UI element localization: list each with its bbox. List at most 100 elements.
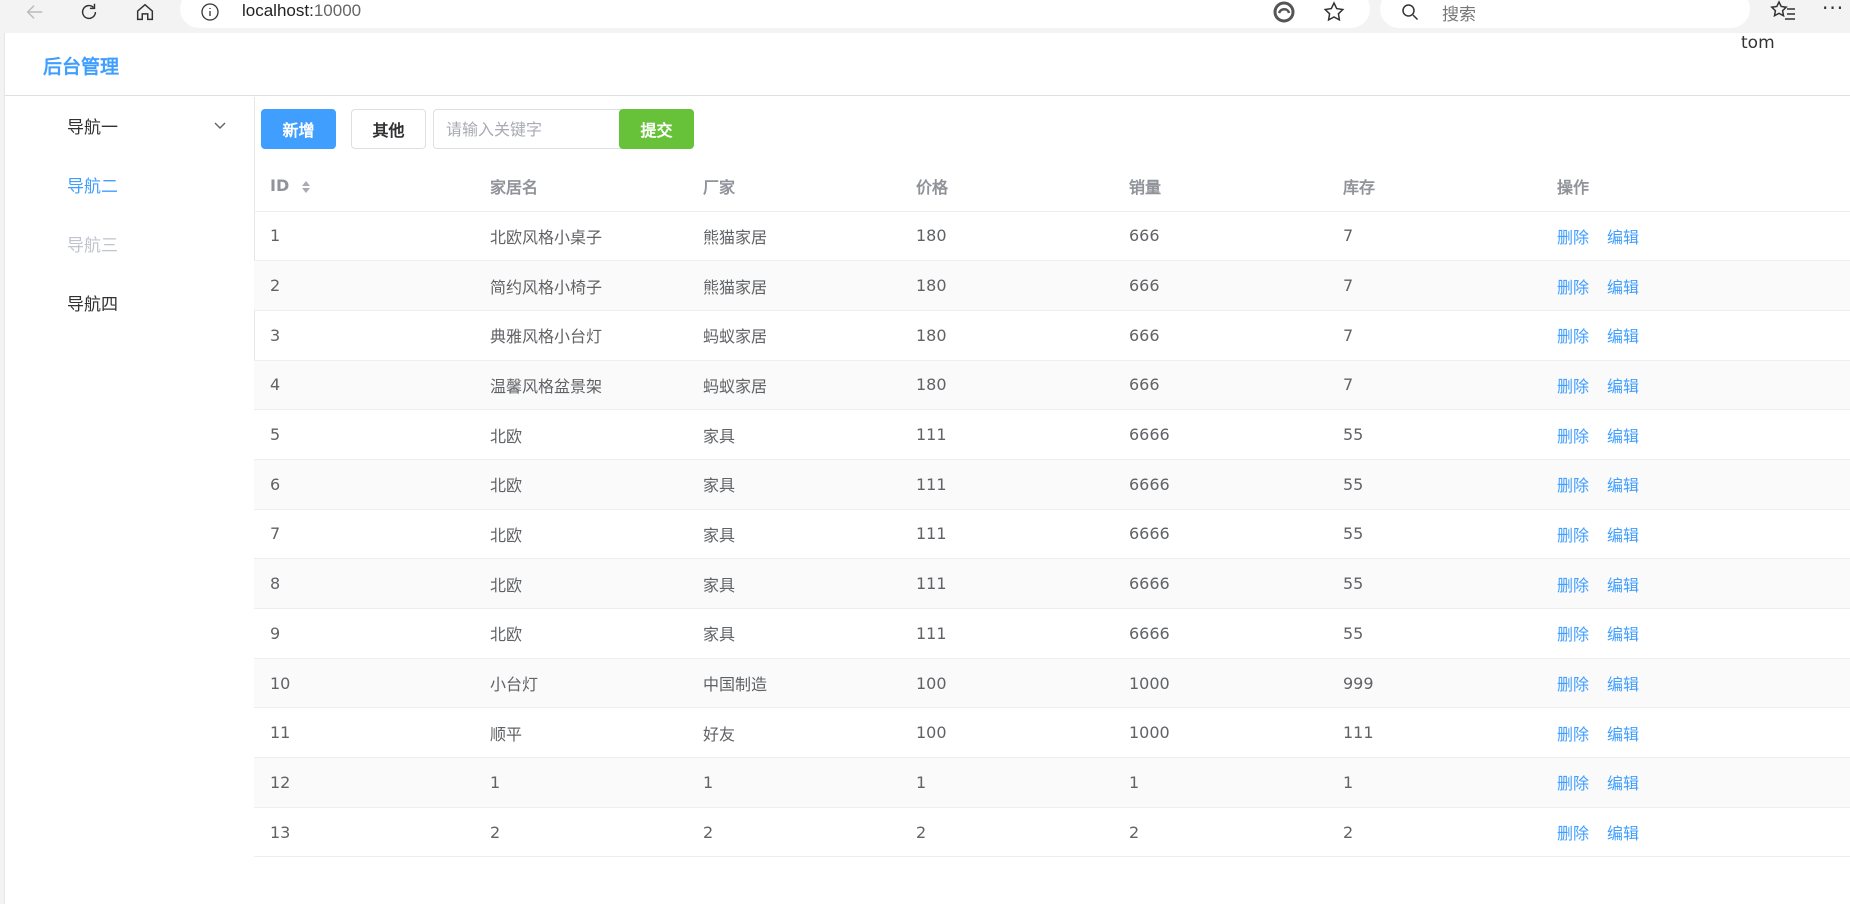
favorite-star-icon[interactable]: [1322, 0, 1346, 24]
delete-link[interactable]: 删除: [1557, 427, 1589, 446]
cell-name: 小台灯: [474, 658, 687, 709]
sidebar-item-nav-4[interactable]: 导航四: [5, 274, 254, 330]
delete-link[interactable]: 删除: [1557, 228, 1589, 247]
favorites-icon[interactable]: [1770, 0, 1796, 22]
table-row: 12 1 1 1 1 1 删除 编辑: [254, 757, 1850, 808]
edit-link[interactable]: 编辑: [1607, 675, 1639, 694]
cell-maker: 蚂蚁家居: [687, 310, 900, 361]
keyword-search-input[interactable]: [433, 109, 621, 149]
app-header: 后台管理 tom: [5, 33, 1850, 96]
submit-button[interactable]: 提交: [619, 109, 694, 149]
home-icon[interactable]: [130, 0, 160, 24]
cell-id: 4: [254, 360, 474, 411]
cell-maker: 2: [687, 807, 900, 858]
delete-link[interactable]: 删除: [1557, 675, 1589, 694]
edit-link[interactable]: 编辑: [1607, 824, 1639, 843]
cell-id: 8: [254, 558, 474, 609]
cell-stock: 7: [1327, 211, 1541, 262]
address-bar[interactable]: localhost:10000: [180, 0, 1370, 28]
info-icon[interactable]: [200, 2, 220, 22]
edit-link[interactable]: 编辑: [1607, 377, 1639, 396]
add-button[interactable]: 新增: [261, 109, 336, 149]
table-row: 10 小台灯 中国制造 100 1000 999 删除 编辑: [254, 658, 1850, 709]
cell-name: 1: [474, 757, 687, 808]
delete-link[interactable]: 删除: [1557, 278, 1589, 297]
edit-link[interactable]: 编辑: [1607, 278, 1639, 297]
other-button[interactable]: 其他: [351, 109, 426, 149]
url-text[interactable]: localhost:10000: [242, 1, 361, 21]
browser-search-bar[interactable]: 搜索: [1380, 0, 1750, 28]
refresh-icon[interactable]: [74, 0, 104, 24]
sidebar-item-nav-2[interactable]: 导航二: [5, 156, 254, 212]
edit-link[interactable]: 编辑: [1607, 228, 1639, 247]
back-arrow-icon[interactable]: [20, 0, 50, 24]
edge-icon[interactable]: [1272, 0, 1296, 24]
cell-id: 11: [254, 707, 474, 759]
cell-price: 111: [900, 509, 1113, 560]
delete-link[interactable]: 删除: [1557, 327, 1589, 346]
cell-id: 12: [254, 757, 474, 808]
cell-stock: 1: [1327, 757, 1541, 808]
cell-id: 1: [254, 211, 474, 262]
table-header-row: ID 家居名 厂家 价格 销量 库存 操作: [254, 161, 1850, 212]
cell-actions: 删除 编辑: [1541, 707, 1850, 759]
delete-link[interactable]: 删除: [1557, 476, 1589, 495]
delete-link[interactable]: 删除: [1557, 725, 1589, 744]
cell-actions: 删除 编辑: [1541, 260, 1850, 311]
edit-link[interactable]: 编辑: [1607, 725, 1639, 744]
cell-stock: 2: [1327, 807, 1541, 858]
cell-sales: 6666: [1113, 459, 1327, 510]
delete-link[interactable]: 删除: [1557, 526, 1589, 545]
column-header-label: ID: [270, 176, 290, 196]
table-row: 8 北欧 家具 111 6666 55 删除 编辑: [254, 558, 1850, 609]
browser-toolbar: localhost:10000 搜索 ···: [0, 0, 1850, 30]
sidebar-item-label: 导航四: [67, 295, 118, 315]
edit-link[interactable]: 编辑: [1607, 476, 1639, 495]
app-title: 后台管理: [43, 56, 120, 78]
edit-link[interactable]: 编辑: [1607, 327, 1639, 346]
delete-link[interactable]: 删除: [1557, 625, 1589, 644]
cell-actions: 删除 编辑: [1541, 757, 1850, 808]
cell-actions: 删除 编辑: [1541, 558, 1850, 609]
delete-link[interactable]: 删除: [1557, 576, 1589, 595]
cell-id: 3: [254, 310, 474, 361]
cell-stock: 55: [1327, 509, 1541, 560]
cell-actions: 删除 编辑: [1541, 459, 1850, 510]
sort-caret-icon[interactable]: [301, 180, 311, 194]
sidebar-item-nav-1[interactable]: 导航一: [5, 97, 254, 153]
cell-name: 北欧: [474, 509, 687, 560]
column-header-price: 价格: [900, 161, 1113, 212]
cell-sales: 6666: [1113, 558, 1327, 609]
cell-id: 13: [254, 807, 474, 858]
column-header-sales: 销量: [1113, 161, 1327, 212]
edit-link[interactable]: 编辑: [1607, 427, 1639, 446]
cell-sales: 6666: [1113, 608, 1327, 659]
cell-name: 北欧: [474, 558, 687, 609]
cell-maker: 家具: [687, 459, 900, 510]
table-row: 7 北欧 家具 111 6666 55 删除 编辑: [254, 509, 1850, 560]
cell-stock: 55: [1327, 558, 1541, 609]
delete-link[interactable]: 删除: [1557, 774, 1589, 793]
delete-link[interactable]: 删除: [1557, 824, 1589, 843]
cell-price: 100: [900, 707, 1113, 759]
more-options-icon[interactable]: ···: [1822, 0, 1844, 20]
column-header-id[interactable]: ID: [254, 161, 474, 212]
cell-stock: 55: [1327, 459, 1541, 510]
sidebar-menu: 导航一 导航二 导航三 导航四: [5, 97, 255, 377]
cell-price: 100: [900, 658, 1113, 709]
table-body: 1 北欧风格小桌子 熊猫家居 180 666 7 删除 编辑 2 简约风格小椅子 熊猫家居 180 66…: [254, 211, 1850, 858]
cell-id: 6: [254, 459, 474, 510]
user-name[interactable]: tom: [1741, 33, 1775, 53]
cell-actions: 删除 编辑: [1541, 211, 1850, 262]
edit-link[interactable]: 编辑: [1607, 576, 1639, 595]
delete-link[interactable]: 删除: [1557, 377, 1589, 396]
cell-stock: 7: [1327, 310, 1541, 361]
cell-price: 111: [900, 608, 1113, 659]
cell-price: 180: [900, 310, 1113, 361]
edit-link[interactable]: 编辑: [1607, 625, 1639, 644]
sidebar-item-label: 导航一: [67, 118, 118, 138]
edit-link[interactable]: 编辑: [1607, 526, 1639, 545]
cell-maker: 家具: [687, 558, 900, 609]
edit-link[interactable]: 编辑: [1607, 774, 1639, 793]
cell-actions: 删除 编辑: [1541, 658, 1850, 709]
